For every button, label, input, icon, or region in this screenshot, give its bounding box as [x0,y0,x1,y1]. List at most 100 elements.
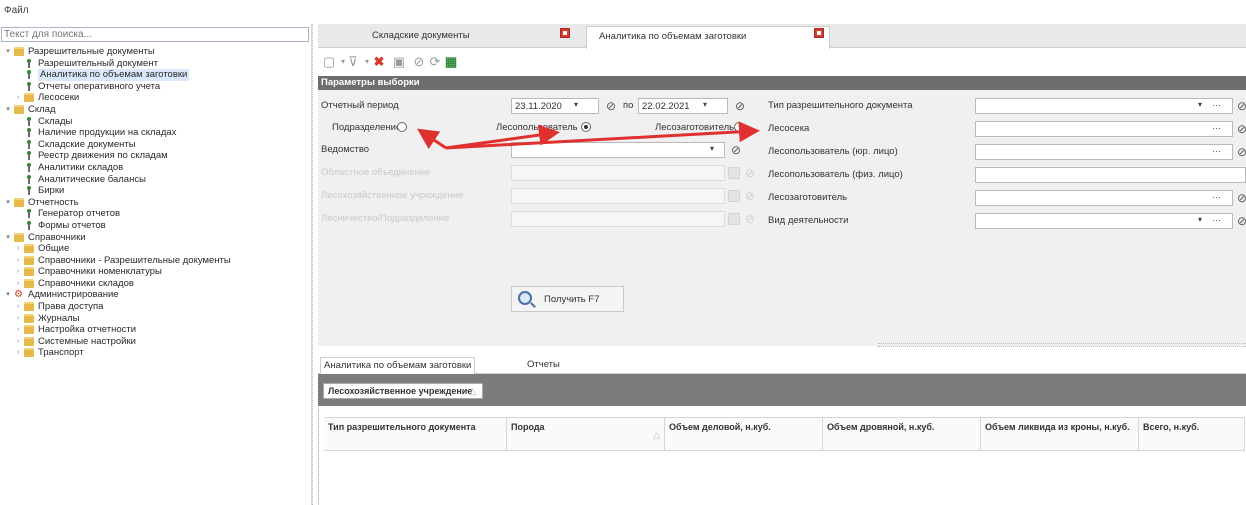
permit-type-field[interactable]: ▾ ··· [975,98,1233,114]
clear-icon[interactable]: ⊘ [1235,214,1246,228]
expand-icon[interactable]: › [14,347,22,359]
collapse-icon[interactable]: ▾ [4,104,12,116]
tree-node[interactable]: Аналитика по объемам заготовки [0,69,312,81]
collapse-icon[interactable]: ▾ [4,289,12,301]
expand-icon[interactable]: › [14,243,22,255]
column-header[interactable]: Всего, н.куб. [1139,417,1245,451]
clear-icon[interactable]: ⊘ [1235,99,1246,113]
tree-node[interactable]: › Права доступа [0,301,312,313]
tree-node-label: Формы отчетов [38,219,106,231]
excel-export-icon[interactable]: ▦ [444,55,458,69]
cutting-area-field[interactable]: ··· [975,121,1233,137]
column-header[interactable]: Тип разрешительного документа [324,417,507,451]
collapse-icon[interactable]: ▾ [4,232,12,244]
clear-icon[interactable]: ⊘ [1235,122,1246,136]
pin-icon [24,186,34,196]
activity-field[interactable]: ▾ ··· [975,213,1233,229]
tab-harvest-analytics[interactable]: Аналитика по объемам заготовки [586,26,830,49]
tree-splitter[interactable] [312,24,316,505]
tree-node[interactable]: Отчеты оперативного учета [0,81,312,93]
expand-icon[interactable]: › [14,336,22,348]
close-icon[interactable] [560,28,570,38]
tree-node-label: Системные настройки [38,335,136,347]
tree-node[interactable]: › Настройка отчетности [0,324,312,336]
ellipsis-icon[interactable]: ··· [1212,100,1221,110]
new-document-icon[interactable]: ▢ [322,55,336,69]
column-header[interactable]: Объем дровяной, н.куб. [823,417,981,451]
get-data-button[interactable]: Получить F7 [511,286,624,312]
expand-icon[interactable]: › [14,301,22,313]
expand-icon[interactable]: › [14,266,22,278]
chevron-down-icon[interactable]: ▾ [1198,215,1202,224]
tree-search-field[interactable] [1,27,309,42]
tree-node[interactable]: Аналитики складов [0,162,312,174]
group-chip[interactable]: Лесохозяйственное учреждение △ [323,383,483,399]
tree-node-label: Отчетность [28,196,79,208]
folder-icon [14,232,24,242]
clear-icon[interactable]: ⊘ [1235,191,1246,205]
tree-node[interactable]: › Журналы [0,313,312,325]
tree-node[interactable]: › Лесосеки [0,92,312,104]
tree-node[interactable]: ▾ Склад [0,104,312,116]
chevron-down-icon[interactable]: ▾ [1198,100,1202,109]
tree-node[interactable]: Разрешительный документ [0,58,312,70]
tree-node[interactable]: ▾ Разрешительные документы [0,46,312,58]
copy-icon[interactable]: ▣ [392,55,406,69]
tree-node[interactable]: Склады [0,116,312,128]
tree-node[interactable]: › Справочники - Разрешительные документы [0,255,312,267]
collapse-icon[interactable]: ▾ [4,46,12,58]
delete-icon[interactable]: ✖ [372,55,386,69]
tree-node[interactable]: Бирки [0,185,312,197]
tree-node[interactable]: ▾ ⚙ Администрирование [0,289,312,301]
close-icon[interactable] [814,28,824,38]
tree-node[interactable]: Наличие продукции на складах [0,127,312,139]
tree-node[interactable]: ▾ Отчетность [0,197,312,209]
harvester-field[interactable]: ··· [975,190,1233,206]
user-legal-field[interactable]: ··· [975,144,1233,160]
menu-file[interactable]: Файл [4,5,29,16]
collapse-icon[interactable]: ▾ [4,197,12,209]
tree-node[interactable]: › Справочники складов [0,278,312,290]
folder-icon [24,325,34,335]
user-person-field[interactable] [975,167,1246,183]
tree-node[interactable]: Аналитические балансы [0,174,312,186]
column-header-label: Порода [511,422,545,432]
tree-node[interactable]: Генератор отчетов [0,208,312,220]
tree-search-input[interactable] [2,28,308,41]
tree-node-label: Лесосеки [38,92,80,104]
tab-warehouse-docs[interactable]: Складские документы [372,30,470,48]
clear-icon[interactable]: ⊘ [1235,145,1246,159]
expand-icon[interactable]: › [14,92,22,104]
tree-node[interactable]: ▾ Справочники [0,232,312,244]
ellipsis-icon[interactable]: ··· [1212,215,1221,225]
expand-icon[interactable]: › [14,278,22,290]
filter-icon[interactable]: ⊽ [346,55,360,69]
tree-node-label: Настройка отчетности [38,324,137,336]
clear-icon[interactable]: ⊘ [412,55,426,69]
tree-node[interactable]: Реестр движения по складам [0,150,312,162]
group-chip-label: Лесохозяйственное учреждение [328,386,473,396]
expand-icon[interactable]: › [14,255,22,267]
expand-icon[interactable]: › [14,313,22,325]
subtab-label: Отчеты [527,359,560,370]
tree-node[interactable]: › Транспорт [0,347,312,359]
tree-node-label: Бирки [38,185,65,197]
subtab-reports[interactable]: Отчеты [527,359,560,374]
column-header[interactable]: Объем деловой, н.куб. [665,417,823,451]
tree-node[interactable]: › Справочники номенклатуры [0,266,312,278]
panel-splitter[interactable] [878,343,1246,347]
tree-node[interactable]: › Системные настройки [0,336,312,348]
refresh-icon[interactable]: ⟳ [428,55,442,69]
subtab-analytics[interactable]: Аналитика по объемам заготовки [320,357,476,374]
tree-node[interactable]: Формы отчетов [0,220,312,232]
document-tabs: Складские документы Аналитика по объемам… [318,24,1246,49]
tree-node[interactable]: › Общие [0,243,312,255]
ellipsis-icon[interactable]: ··· [1212,123,1221,133]
column-header[interactable]: Объем ликвида из кроны, н.куб. [981,417,1139,451]
ellipsis-icon[interactable]: ··· [1212,192,1221,202]
expand-icon[interactable]: › [14,324,22,336]
pin-icon [24,116,34,126]
column-header[interactable]: Порода △ [507,417,665,451]
ellipsis-icon[interactable]: ··· [1212,146,1221,156]
tree-node[interactable]: Складские документы [0,139,312,151]
